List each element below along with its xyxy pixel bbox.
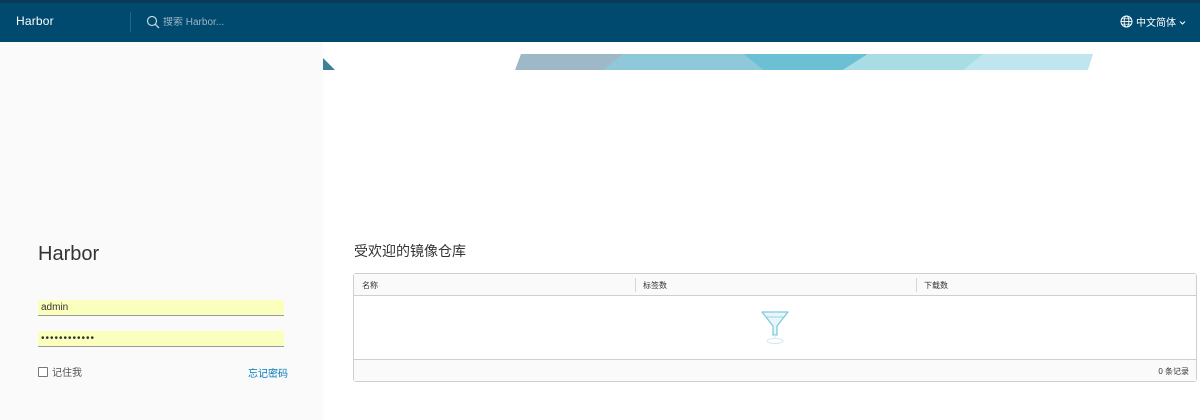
popular-repos-title: 受欢迎的镜像仓库: [354, 243, 466, 259]
empty-filter-icon: [758, 308, 792, 348]
decorative-banner: [323, 54, 1200, 70]
language-label: 中文简体: [1136, 18, 1176, 29]
checkbox-box[interactable]: [38, 366, 48, 377]
popular-repos-table: 名称 标签数 下载数 0 条记录: [353, 273, 1197, 382]
header-bar: Harbor 中文简体: [0, 0, 1200, 42]
chevron-down-icon: [1179, 18, 1186, 25]
globe-icon: [1120, 15, 1133, 28]
password-field[interactable]: [38, 331, 284, 347]
column-header-downloads[interactable]: 下载数: [924, 280, 948, 291]
header-top-line: [0, 0, 1200, 3]
search-icon: [146, 15, 160, 29]
remember-me-label: 记住我: [52, 368, 82, 379]
table-header: 名称 标签数 下载数: [354, 274, 1196, 296]
table-body-empty: [354, 297, 1196, 359]
forgot-password-link[interactable]: 忘记密码: [248, 365, 288, 380]
header-divider: [130, 12, 131, 32]
username-field[interactable]: [38, 300, 284, 316]
column-divider: [635, 278, 636, 292]
login-title: Harbor: [38, 243, 100, 265]
record-count: 0 条记录: [1158, 367, 1189, 376]
column-header-name[interactable]: 名称: [362, 280, 378, 291]
search-input[interactable]: [163, 16, 343, 28]
brand-logo-text[interactable]: Harbor: [16, 14, 54, 28]
global-search[interactable]: [146, 12, 366, 32]
language-selector[interactable]: 中文简体: [1120, 14, 1186, 29]
table-footer: 0 条记录: [354, 359, 1196, 381]
column-header-tags[interactable]: 标签数: [643, 280, 667, 291]
column-divider: [916, 278, 917, 292]
remember-me-checkbox[interactable]: 记住我: [38, 364, 82, 379]
